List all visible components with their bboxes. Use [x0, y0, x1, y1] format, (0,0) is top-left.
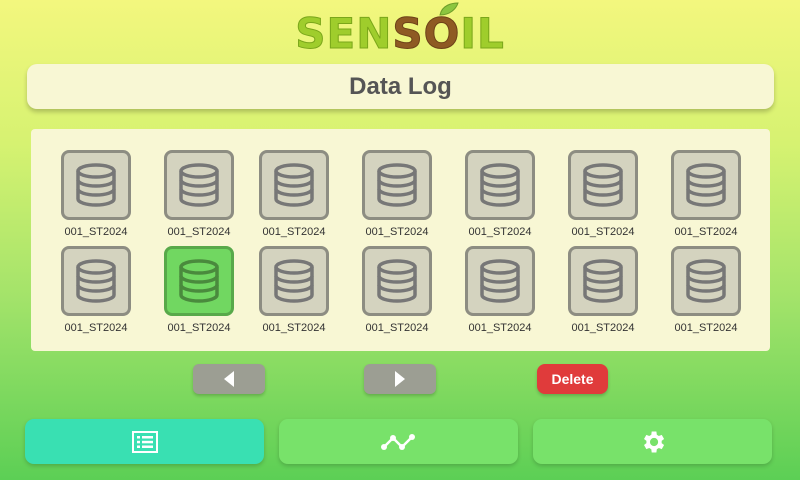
file-item[interactable]: 001_ST2024 — [249, 246, 339, 334]
next-page-button[interactable] — [364, 364, 436, 394]
file-item[interactable]: 001_ST2024 — [558, 150, 648, 238]
file-item[interactable]: 001_ST2024 — [352, 150, 442, 238]
file-tile[interactable] — [465, 246, 535, 316]
file-label: 001_ST2024 — [365, 226, 429, 238]
file-item[interactable]: 001_ST2024 — [455, 246, 545, 334]
logo-text: SENSO IL — [295, 1, 505, 58]
file-tile[interactable] — [61, 246, 131, 316]
file-tile[interactable] — [61, 150, 131, 220]
database-icon — [179, 259, 219, 303]
file-tile[interactable] — [164, 150, 234, 220]
file-tile[interactable] — [465, 150, 535, 220]
file-tile[interactable] — [362, 150, 432, 220]
database-icon — [76, 259, 116, 303]
file-item[interactable]: 001_ST2024 — [558, 246, 648, 334]
file-tile[interactable] — [671, 150, 741, 220]
page-title: Data Log — [349, 72, 452, 100]
tab-data-log[interactable] — [25, 419, 264, 464]
file-tile[interactable] — [671, 246, 741, 316]
database-icon — [274, 259, 314, 303]
file-tile[interactable] — [362, 246, 432, 316]
header-bar: Data Log — [27, 64, 774, 109]
file-label: 001_ST2024 — [167, 322, 231, 334]
file-item[interactable]: 001_ST2024 — [51, 246, 141, 334]
file-item[interactable]: 001_ST2024 — [154, 246, 244, 334]
file-label: 001_ST2024 — [571, 226, 635, 238]
file-grid: 001_ST2024 001_ST2024 001_ST2024 001_ST2024… — [31, 129, 770, 351]
file-tile[interactable] — [259, 150, 329, 220]
database-icon — [76, 163, 116, 207]
file-item[interactable]: 001_ST2024 — [51, 150, 141, 238]
file-label: 001_ST2024 — [365, 322, 429, 334]
database-icon — [480, 163, 520, 207]
file-label: 001_ST2024 — [64, 322, 128, 334]
file-item[interactable]: 001_ST2024 — [154, 150, 244, 238]
logo-part-il: IL — [460, 8, 505, 58]
file-item[interactable]: 001_ST2024 — [661, 150, 751, 238]
logo-part-sen: SEN — [295, 8, 393, 58]
database-icon — [480, 259, 520, 303]
database-icon — [377, 163, 417, 207]
leaf-icon — [438, 1, 459, 16]
logo-part-s: S — [392, 8, 424, 58]
prev-page-button[interactable] — [193, 364, 265, 394]
database-icon — [686, 259, 726, 303]
graph-icon — [380, 433, 415, 450]
chevron-right-icon — [395, 371, 405, 387]
file-item[interactable]: 001_ST2024 — [249, 150, 339, 238]
file-item[interactable]: 001_ST2024 — [661, 246, 751, 334]
list-icon — [131, 430, 158, 453]
file-label: 001_ST2024 — [674, 226, 738, 238]
file-label: 001_ST2024 — [571, 322, 635, 334]
file-label: 001_ST2024 — [262, 226, 326, 238]
file-tile[interactable] — [259, 246, 329, 316]
file-label: 001_ST2024 — [468, 322, 532, 334]
file-label: 001_ST2024 — [674, 322, 738, 334]
file-item[interactable]: 001_ST2024 — [352, 246, 442, 334]
file-tile[interactable] — [164, 246, 234, 316]
database-icon — [686, 163, 726, 207]
file-label: 001_ST2024 — [262, 322, 326, 334]
tab-graph[interactable] — [279, 419, 518, 464]
tab-settings[interactable] — [533, 419, 772, 464]
file-label: 001_ST2024 — [167, 226, 231, 238]
chevron-left-icon — [224, 371, 234, 387]
logo-part-o: O — [423, 1, 461, 58]
file-label: 001_ST2024 — [468, 226, 532, 238]
database-icon — [377, 259, 417, 303]
file-item[interactable]: 001_ST2024 — [455, 150, 545, 238]
file-tile[interactable] — [568, 150, 638, 220]
database-icon — [274, 163, 314, 207]
gear-icon — [643, 431, 664, 452]
database-icon — [583, 259, 623, 303]
file-tile[interactable] — [568, 246, 638, 316]
database-icon — [583, 163, 623, 207]
delete-button[interactable]: Delete — [537, 364, 608, 394]
database-icon — [179, 163, 219, 207]
app-logo: SENSO IL — [0, 1, 800, 58]
file-label: 001_ST2024 — [64, 226, 128, 238]
